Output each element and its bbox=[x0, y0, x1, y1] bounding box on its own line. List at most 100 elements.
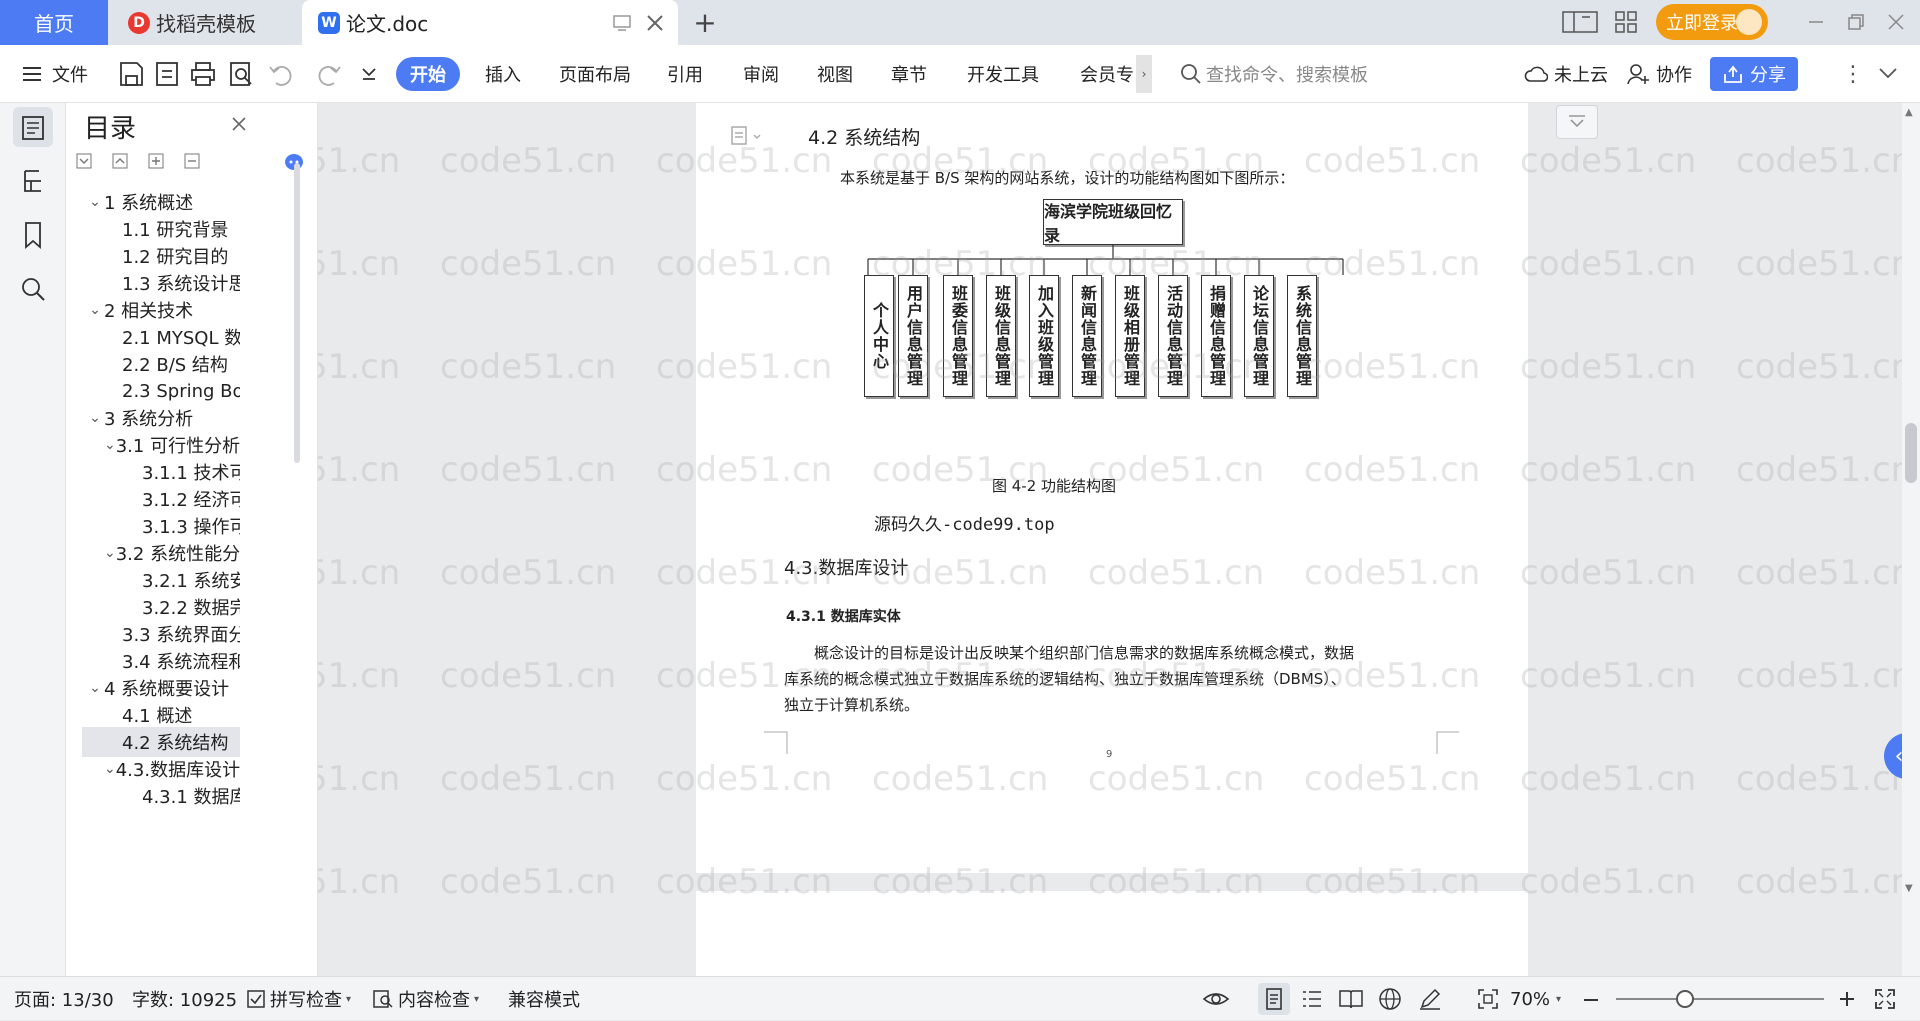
chevron-down-icon[interactable]: ⌄ bbox=[86, 410, 104, 426]
toc-item[interactable]: ⌄ 4 系统概要设计 bbox=[82, 673, 240, 703]
tab-home[interactable]: 首页 bbox=[0, 0, 108, 45]
close-window-icon[interactable] bbox=[1886, 12, 1906, 32]
zoom-dropdown[interactable]: 70% ▾ bbox=[1510, 977, 1561, 1021]
toc-item[interactable]: 2.1 MYSQL 数据… bbox=[82, 322, 240, 352]
close-toc-icon[interactable] bbox=[230, 115, 248, 133]
toc-item[interactable]: 4.1 概述 bbox=[82, 700, 240, 730]
toc-item[interactable]: 1.3 系统设计思… bbox=[82, 268, 240, 298]
reading-view-icon[interactable] bbox=[1338, 987, 1364, 1011]
toc-item[interactable]: 3.2.1 系统安… bbox=[82, 565, 240, 595]
zoom-in-icon[interactable] bbox=[1838, 990, 1856, 1008]
zoom-slider-track[interactable] bbox=[1616, 998, 1824, 1000]
menu-start[interactable]: 开始 bbox=[396, 57, 460, 91]
page-view-icon[interactable] bbox=[1258, 983, 1290, 1015]
cloud-status-button[interactable]: 未上云 bbox=[1524, 57, 1608, 91]
toc-item[interactable]: ⌄ 4.3.数据库设计 bbox=[82, 754, 240, 784]
expand-all-icon[interactable] bbox=[112, 153, 128, 169]
collapse-ribbon-icon[interactable] bbox=[1876, 63, 1900, 83]
chevron-down-icon[interactable]: ⌄ bbox=[86, 302, 104, 318]
toc-item[interactable]: 1.2 研究目的 bbox=[82, 241, 240, 271]
outline-view-icon[interactable] bbox=[1300, 987, 1324, 1011]
new-tab-button[interactable]: + bbox=[690, 0, 720, 45]
toc-item[interactable]: 3.1.1 技术可… bbox=[82, 457, 240, 487]
toc-panel-icon[interactable] bbox=[13, 107, 53, 147]
menu-view[interactable]: 视图 bbox=[810, 57, 860, 91]
spell-check-button[interactable]: 拼写检查 ▾ bbox=[246, 977, 351, 1021]
close-tab-icon[interactable] bbox=[644, 12, 666, 34]
quick-access-dropdown-icon[interactable] bbox=[354, 59, 384, 89]
bookmark-icon[interactable] bbox=[13, 215, 53, 255]
print-icon[interactable] bbox=[188, 59, 218, 89]
scroll-thumb[interactable] bbox=[1905, 423, 1917, 483]
chevron-down-icon[interactable]: ⌄ bbox=[86, 680, 104, 696]
chevron-down-icon[interactable]: ⌄ bbox=[86, 194, 104, 210]
content-check-button[interactable]: 内容检查 ▾ bbox=[372, 977, 479, 1021]
file-menu-button[interactable]: 文件 bbox=[22, 57, 88, 91]
web-view-icon[interactable] bbox=[1378, 987, 1402, 1011]
toc-item[interactable]: 4.3.1 数据库… bbox=[82, 781, 240, 811]
toc-item[interactable]: 3.4 系统流程和… bbox=[82, 646, 240, 676]
tab-templates[interactable]: D 找稻壳模板 bbox=[110, 0, 300, 45]
word-count[interactable]: 字数: 10925 bbox=[132, 977, 237, 1021]
toc-item[interactable]: 1.1 研究背景 bbox=[82, 214, 240, 244]
undo-icon[interactable] bbox=[266, 59, 296, 89]
tab-document[interactable]: W 论文.doc bbox=[302, 0, 678, 45]
menu-review[interactable]: 审阅 bbox=[736, 57, 786, 91]
collapse-all-icon[interactable] bbox=[76, 153, 92, 169]
toc-scrollbar[interactable] bbox=[294, 163, 300, 463]
zoom-out-icon[interactable] bbox=[1582, 991, 1600, 1009]
toc-item[interactable]: ⌄ 3 系统分析 bbox=[82, 403, 240, 433]
find-icon[interactable] bbox=[13, 269, 53, 309]
menu-member[interactable]: 会员专 bbox=[1080, 57, 1140, 91]
share-button[interactable]: 分享 bbox=[1710, 57, 1798, 91]
reading-mode-icon[interactable] bbox=[1562, 10, 1598, 34]
restore-icon[interactable] bbox=[1846, 12, 1866, 32]
command-search-box[interactable]: 查找命令、搜索模板 bbox=[1180, 57, 1368, 91]
window-mode-icon[interactable] bbox=[612, 13, 632, 33]
grid-apps-icon[interactable] bbox=[1614, 10, 1638, 34]
toc-item[interactable]: ⌄ 3.1 可行性分析 bbox=[82, 430, 240, 460]
menu-insert[interactable]: 插入 bbox=[478, 57, 528, 91]
minimize-icon[interactable] bbox=[1806, 12, 1826, 32]
more-options-icon[interactable]: ⋮ bbox=[1842, 57, 1864, 91]
eye-protection-icon[interactable] bbox=[1202, 987, 1230, 1011]
menu-scroll-right-icon[interactable]: › bbox=[1136, 55, 1152, 93]
menu-page-layout[interactable]: 页面布局 bbox=[550, 57, 640, 91]
format-painter-float-button[interactable] bbox=[1556, 105, 1598, 139]
toc-item-label: 3.2.2 数据完… bbox=[142, 598, 240, 619]
toc-item[interactable]: ⌄ 2 相关技术 bbox=[82, 295, 240, 325]
navigation-panel-icon[interactable] bbox=[13, 161, 53, 201]
zoom-slider-thumb[interactable] bbox=[1676, 990, 1694, 1008]
toc-item[interactable]: 4.2 系统结构 bbox=[82, 727, 240, 757]
menu-section[interactable]: 章节 bbox=[884, 57, 934, 91]
chevron-down-icon[interactable]: ⌄ bbox=[104, 761, 116, 777]
toc-item[interactable]: 3.2.2 数据完… bbox=[82, 592, 240, 622]
vertical-scrollbar[interactable]: ▲ ▼ bbox=[1902, 103, 1920, 976]
toc-item[interactable]: 2.3 Spring Boot … bbox=[82, 376, 240, 406]
save-icon[interactable] bbox=[116, 59, 146, 89]
menu-references[interactable]: 引用 bbox=[660, 57, 710, 91]
toc-item[interactable]: ⌄ 1 系统概述 bbox=[82, 187, 240, 217]
export-pdf-icon[interactable] bbox=[152, 59, 182, 89]
toc-item[interactable]: ⌄3.2 系统性能分… bbox=[82, 538, 240, 568]
chevron-down-icon[interactable]: ⌄ bbox=[104, 545, 116, 561]
page-count[interactable]: 页面: 13/30 bbox=[14, 977, 114, 1021]
fullscreen-icon[interactable] bbox=[1874, 988, 1896, 1010]
print-preview-icon[interactable] bbox=[226, 59, 256, 89]
toc-item[interactable]: 3.1.3 操作可… bbox=[82, 511, 240, 541]
scroll-up-icon[interactable]: ▲ bbox=[1905, 107, 1913, 118]
toc-item[interactable]: 3.3 系统界面分… bbox=[82, 619, 240, 649]
chevron-down-icon[interactable]: ⌄ bbox=[104, 437, 116, 453]
toc-item[interactable]: 3.1.2 经济可… bbox=[82, 484, 240, 514]
scroll-down-icon[interactable]: ▼ bbox=[1905, 883, 1913, 894]
toc-item[interactable]: 2.2 B/S 结构 bbox=[82, 349, 240, 379]
toc-item-label: 4.3.1 数据库… bbox=[142, 787, 240, 808]
write-mode-icon[interactable] bbox=[1418, 987, 1442, 1011]
login-button[interactable]: 立即登录 bbox=[1656, 4, 1768, 40]
collaborate-button[interactable]: 协作 bbox=[1626, 57, 1692, 91]
menu-developer[interactable]: 开发工具 bbox=[958, 57, 1048, 91]
redo-icon[interactable] bbox=[314, 59, 344, 89]
fit-page-icon[interactable] bbox=[1476, 987, 1500, 1011]
demote-heading-icon[interactable] bbox=[184, 153, 200, 169]
promote-heading-icon[interactable] bbox=[148, 153, 164, 169]
